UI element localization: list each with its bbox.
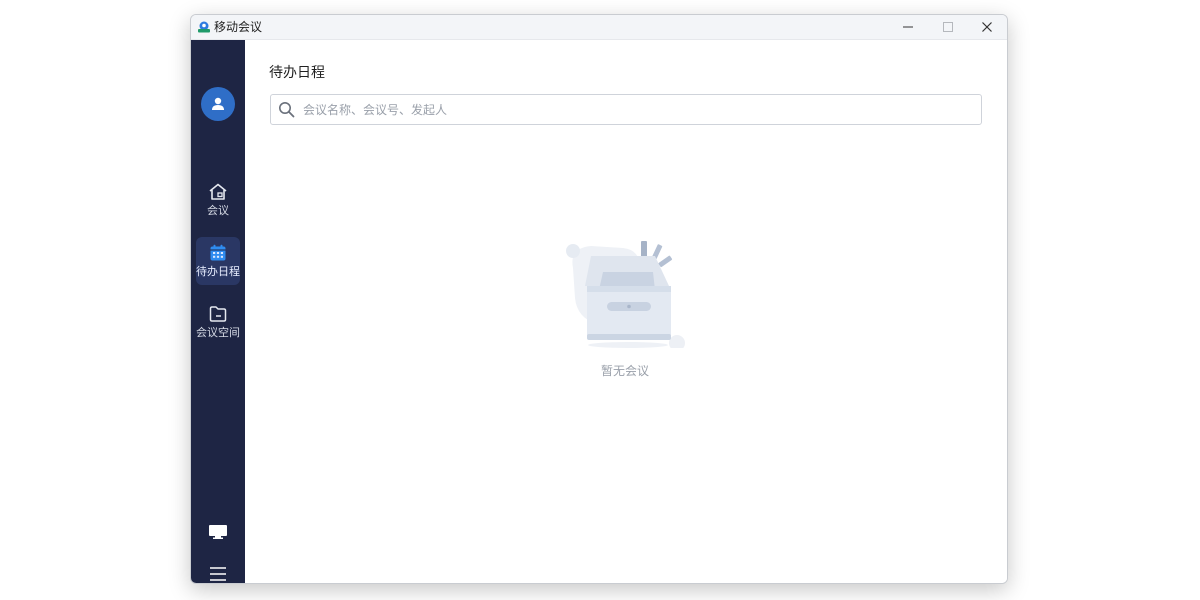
- maximize-icon: [943, 22, 953, 32]
- close-button[interactable]: [967, 15, 1007, 39]
- menu-button[interactable]: [204, 561, 232, 583]
- page-title: 待办日程: [269, 65, 325, 81]
- search-icon: [279, 102, 295, 118]
- minimize-icon: [903, 26, 913, 28]
- main-content: 待办日程 会议名称、会议号、发起人 暂无会议: [245, 40, 1007, 583]
- user-icon: [212, 97, 224, 110]
- search-input[interactable]: [303, 95, 963, 124]
- sidebar: 会议 待办日程 会议空间: [191, 40, 245, 583]
- search-box[interactable]: [270, 94, 982, 125]
- menu-icon: [210, 567, 226, 581]
- sidebar-item-label: 会议空间: [196, 326, 240, 339]
- window-title: 移动会议: [214, 20, 263, 34]
- app-window: 移动会议 会议 待办日程 会议空间 待办日程 会议名称、会议号、发起人 暂无会议: [190, 14, 1008, 584]
- empty-state-text: 暂无会议: [600, 364, 649, 378]
- app-logo-icon: [198, 21, 210, 33]
- sidebar-item-meeting-space[interactable]: 会议空间: [196, 298, 240, 346]
- title-bar[interactable]: 移动会议: [191, 15, 1007, 40]
- screen-share-button[interactable]: [204, 519, 232, 545]
- sidebar-item-meeting[interactable]: 会议: [196, 176, 240, 224]
- maximize-button[interactable]: [928, 15, 968, 39]
- sidebar-item-schedule[interactable]: 待办日程: [196, 237, 240, 285]
- sidebar-item-label: 待办日程: [196, 265, 240, 278]
- avatar[interactable]: [201, 87, 235, 121]
- home-icon: [209, 183, 227, 200]
- minimize-button[interactable]: [888, 15, 928, 39]
- empty-box-icon: [566, 241, 685, 348]
- close-icon: [982, 22, 992, 32]
- calendar-icon: [210, 244, 226, 261]
- folder-icon: [209, 306, 227, 322]
- monitor-icon: [209, 525, 227, 539]
- sidebar-item-label: 会议: [207, 204, 229, 217]
